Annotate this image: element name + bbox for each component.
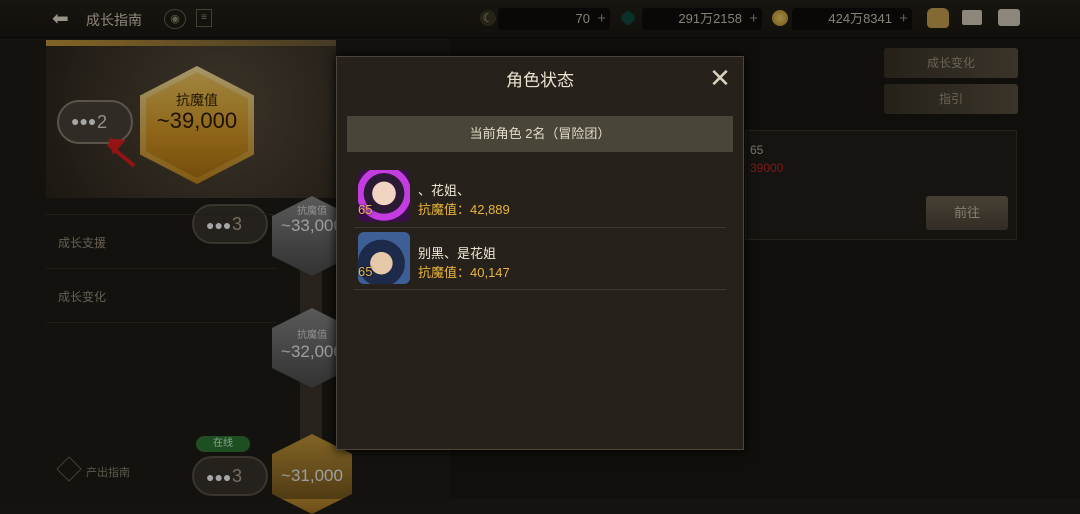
character-resist: 抗魔值：40,147 [418,265,510,280]
modal-title: 角色状态 [506,71,574,90]
modal-header: 当前角色 2名（冒险团） [347,116,733,152]
character-level: 65 [358,264,373,279]
character-name: 别黑、是花姐 [418,246,497,261]
close-icon[interactable]: ✕ [706,64,734,92]
character-resist: 抗魔值：42,889 [418,202,510,217]
character-name: 、花姐、 [418,183,471,198]
character-level: 65 [358,202,373,217]
